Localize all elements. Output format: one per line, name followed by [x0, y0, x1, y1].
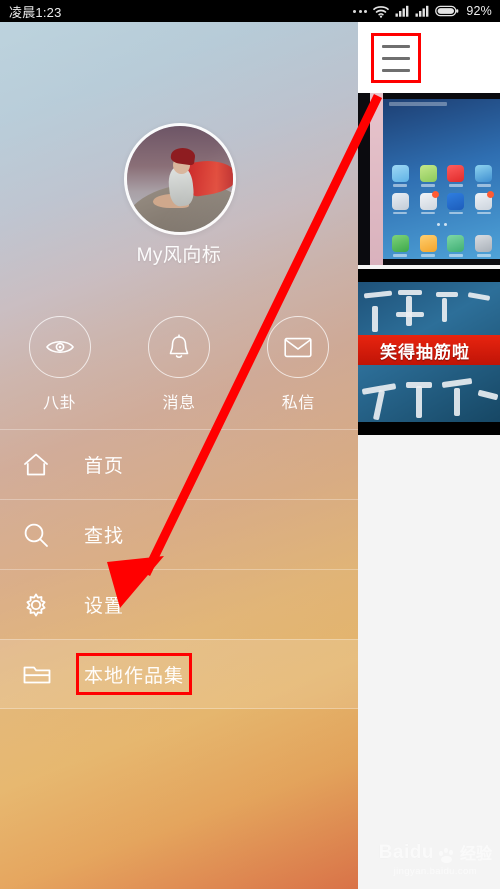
quick-action-private-message[interactable]: 私信 [250, 316, 346, 413]
paw-icon [437, 848, 457, 864]
battery-icon [435, 5, 459, 17]
letterbox-top [358, 269, 500, 282]
watermark: Baidu 经验 jingyan.baidu.com [379, 840, 492, 877]
photo-app-grid [389, 165, 495, 214]
sidebar-item-home[interactable]: 首页 [0, 429, 358, 499]
sidebar-item-settings[interactable]: 设置 [0, 569, 358, 639]
letterbox-bottom [358, 422, 500, 435]
watermark-brand: Baidu [378, 842, 434, 863]
folder-icon [22, 661, 56, 687]
photo-edge-pink [370, 93, 383, 265]
photo-dock [389, 235, 495, 257]
signal-icon [415, 5, 429, 17]
more-dots-icon [353, 9, 368, 13]
watermark-brand-cn: 经验 [459, 846, 492, 863]
video-caption-banner: 笑得抽筋啦 [358, 335, 500, 365]
username-label: My风向标 [136, 245, 222, 266]
quick-action-messages[interactable]: 消息 [131, 316, 227, 413]
sidebar-item-label: 设置 [84, 596, 125, 617]
hamburger-highlight-box [371, 33, 421, 83]
envelope-icon [267, 316, 330, 378]
video-caption-text: 笑得抽筋啦 [380, 342, 470, 363]
watermark-url: jingyan.baidu.com [393, 866, 478, 877]
photo-statusbar [389, 102, 447, 106]
drawer-menu: 首页 查找 设置 本地作品集 [0, 429, 358, 709]
photo-page-dots [436, 223, 447, 226]
clock: 凌晨1:23 [9, 4, 62, 20]
bell-icon [147, 316, 210, 378]
content-panel: 笑得抽筋啦 [358, 22, 500, 889]
sidebar-item-local-collection[interactable]: 本地作品集 [0, 639, 358, 709]
signal-icon [395, 5, 409, 17]
sidebar-item-search[interactable]: 查找 [0, 499, 358, 569]
phone-screen: 笑得抽筋啦 My风向标 八卦 消息 私信 首页 查找 设置 本地作品集 凌晨1:… [0, 0, 500, 889]
navigation-drawer: My风向标 八卦 消息 私信 首页 查找 设置 本地作品集 [0, 22, 358, 889]
avatar[interactable] [124, 123, 236, 235]
quick-action-label: 八卦 [43, 395, 77, 412]
sidebar-item-label: 查找 [84, 526, 125, 547]
home-icon [22, 451, 56, 478]
quick-action-gossip[interactable]: 八卦 [12, 316, 108, 413]
quick-actions: 八卦 消息 私信 [0, 316, 358, 413]
battery-percent: 92% [466, 4, 492, 18]
quick-action-label: 私信 [281, 395, 315, 412]
search-icon [22, 521, 56, 549]
sidebar-item-label: 首页 [84, 456, 125, 477]
quick-action-label: 消息 [162, 395, 196, 412]
list-item[interactable]: 笑得抽筋啦 [358, 269, 500, 435]
status-bar: 凌晨1:23 92% [0, 0, 500, 22]
wifi-icon [373, 5, 390, 18]
gear-icon [22, 591, 56, 619]
sidebar-item-label: 本地作品集 [75, 652, 193, 695]
eye-icon [28, 316, 91, 378]
app-top-bar [358, 22, 500, 93]
photo-phone-screen [383, 99, 500, 259]
list-item[interactable] [358, 93, 500, 265]
